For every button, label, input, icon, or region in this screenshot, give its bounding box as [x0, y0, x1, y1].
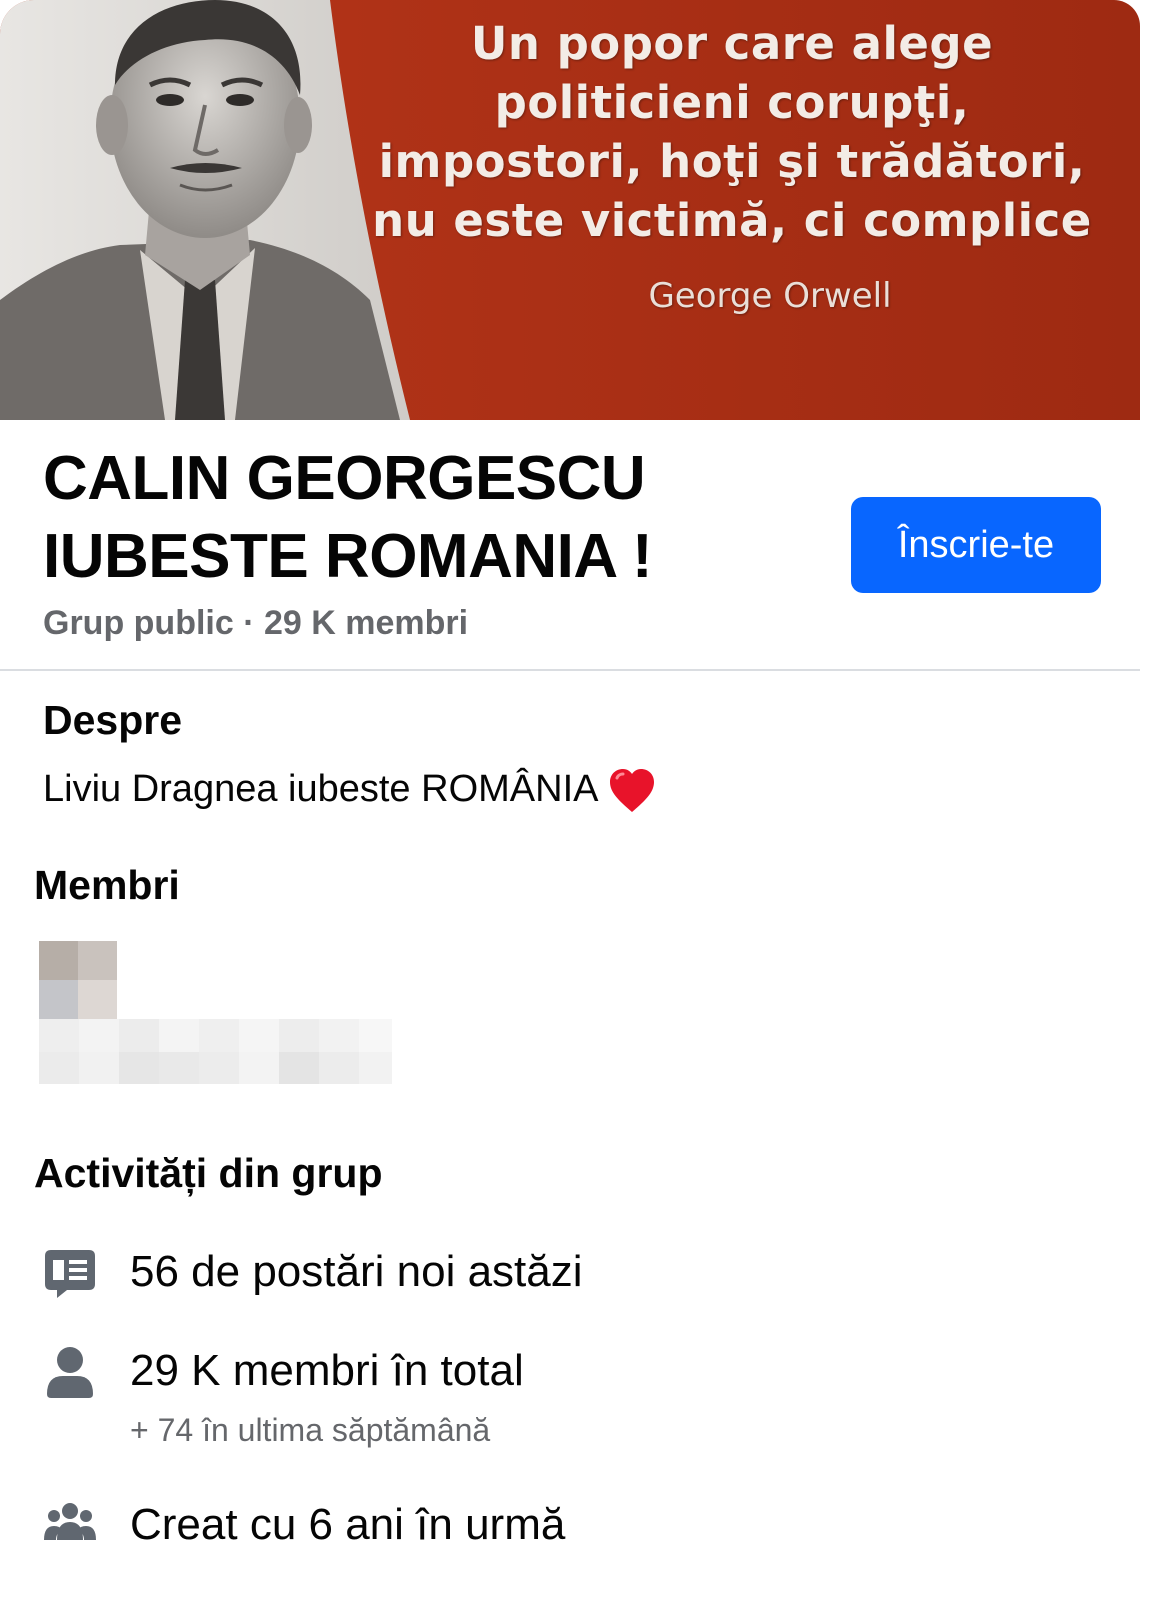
portrait-image [0, 0, 410, 420]
activity-members-text: 29 K membri în total [130, 1346, 524, 1395]
group-title-line: IUBESTE ROMANIA ! [43, 522, 653, 591]
activity-posts-text: 56 de postări noi astăzi [130, 1247, 583, 1296]
join-button[interactable]: Înscrie-te [851, 497, 1101, 593]
group-title-line: CALIN GEORGESCU [43, 444, 646, 513]
activity-members-subtext: + 74 în ultima săptămână [130, 1412, 491, 1448]
divider [0, 669, 1140, 671]
members-heading: Membri [34, 862, 180, 908]
member-names-blurred [39, 1019, 392, 1084]
quote-author: George Orwell [648, 276, 892, 316]
heart-icon [610, 769, 655, 812]
cover-quote: Un popor care alege politicieni corupţi,… [372, 14, 1092, 250]
member-avatar-blurred[interactable] [39, 941, 117, 1019]
posts-icon [45, 1250, 95, 1298]
person-icon [47, 1347, 93, 1398]
cover-photo[interactable]: Un popor care alege politicieni corupţi,… [0, 0, 1140, 420]
quote-line: impostori, hoţi şi trădători, [378, 135, 1086, 188]
quote-line: Un popor care alege [470, 17, 994, 70]
about-text: Liviu Dragnea iubeste ROMÂNIA [43, 768, 656, 814]
group-meta[interactable]: Grup public · 29 K membri [43, 604, 468, 643]
group-icon [44, 1503, 96, 1540]
activity-created-text: Creat cu 6 ani în urmă [130, 1500, 566, 1549]
quote-line: nu este victimă, ci complice [372, 194, 1092, 247]
activity-heading: Activități din grup [34, 1150, 383, 1196]
quote-line: politicieni corupţi, [494, 76, 970, 129]
about-heading: Despre [43, 697, 183, 743]
about-text-content: Liviu Dragnea iubeste ROMÂNIA [43, 768, 599, 811]
group-title: CALIN GEORGESCU IUBESTE ROMANIA ! [43, 440, 803, 596]
